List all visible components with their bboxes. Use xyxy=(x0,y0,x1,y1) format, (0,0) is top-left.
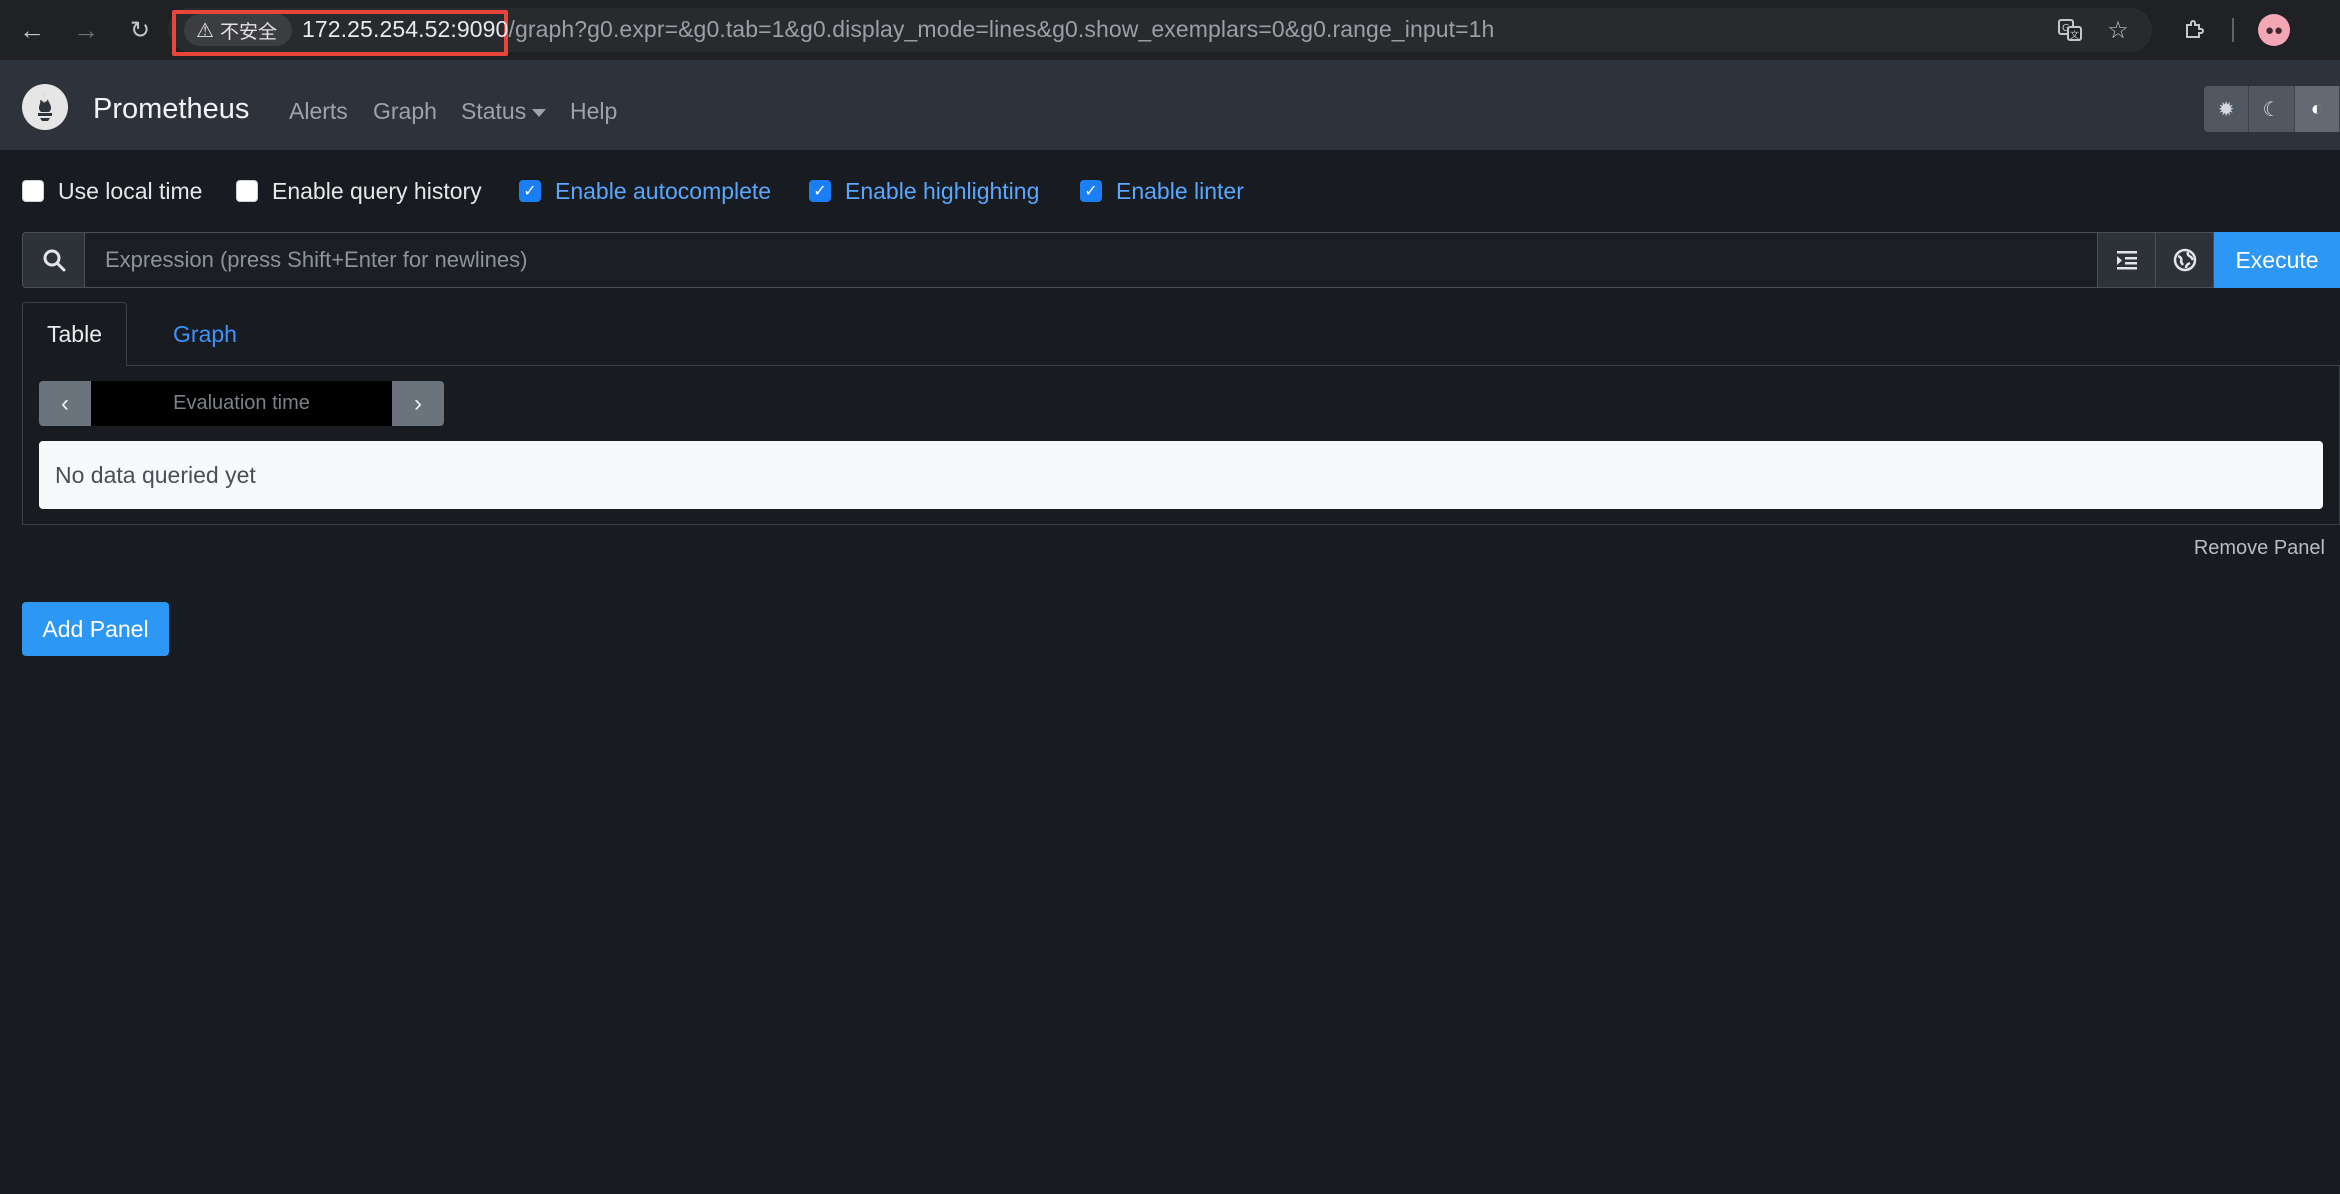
security-chip[interactable]: ⚠ 不安全 xyxy=(184,14,292,46)
translate-icon[interactable]: G文 xyxy=(2054,14,2086,46)
linter-label: Enable linter xyxy=(1116,177,1244,204)
browser-toolbar: ← → ↻ ⚠ 不安全 172.25.254.52:9090/graph?g0.… xyxy=(0,0,2340,60)
add-panel-button[interactable]: Add Panel xyxy=(22,602,169,656)
evaluation-time-picker: ‹ › xyxy=(39,381,444,426)
expression-input[interactable] xyxy=(84,232,2098,288)
light-theme-sun-icon[interactable]: ✹ xyxy=(2204,86,2250,132)
highlighting-checkbox[interactable]: ✓ xyxy=(809,180,831,202)
svg-text:文: 文 xyxy=(2070,29,2079,41)
remove-panel-link[interactable]: Remove Panel xyxy=(2194,537,2325,560)
metrics-explorer-globe-icon[interactable] xyxy=(2156,232,2214,288)
reload-icon[interactable]: ↻ xyxy=(122,12,158,48)
evaluation-time-input[interactable] xyxy=(91,381,392,426)
url-path: /graph?g0.expr=&g0.tab=1&g0.display_mode… xyxy=(508,16,1495,42)
url-text[interactable]: 172.25.254.52:9090/graph?g0.expr=&g0.tab… xyxy=(302,16,1494,43)
nav-status-label: Status xyxy=(461,98,527,124)
prometheus-logo-icon[interactable] xyxy=(22,84,68,130)
autocomplete-checkbox[interactable]: ✓ xyxy=(519,180,541,202)
url-host: 172.25.254.52:9090 xyxy=(302,16,509,42)
warning-icon: ⚠ xyxy=(196,19,214,42)
execute-button[interactable]: Execute xyxy=(2214,232,2340,288)
back-icon[interactable]: ← xyxy=(14,12,50,48)
security-label: 不安全 xyxy=(219,21,277,43)
tab-graph[interactable]: Graph xyxy=(150,302,260,366)
query-history-option[interactable]: Enable query history xyxy=(236,176,482,206)
use-local-time-option[interactable]: Use local time xyxy=(22,176,202,206)
nav-help[interactable]: Help xyxy=(570,98,617,125)
extensions-icon[interactable] xyxy=(2178,14,2210,46)
forward-icon[interactable]: → xyxy=(68,12,104,48)
use-local-time-checkbox[interactable] xyxy=(22,180,44,202)
autocomplete-label: Enable autocomplete xyxy=(555,177,772,204)
auto-theme-contrast-icon[interactable]: ◐ xyxy=(2294,86,2340,132)
dark-theme-moon-icon[interactable]: ☾ xyxy=(2249,86,2295,132)
expression-bar: Execute xyxy=(22,232,2340,288)
format-expression-icon[interactable] xyxy=(2098,232,2156,288)
theme-switcher: ✹ ☾ ◐ xyxy=(2204,86,2340,132)
search-icon xyxy=(22,232,84,288)
tab-table[interactable]: Table xyxy=(22,302,127,367)
highlighting-label: Enable highlighting xyxy=(845,177,1040,204)
highlighting-option[interactable]: ✓ Enable highlighting xyxy=(809,176,1039,206)
autocomplete-option[interactable]: ✓ Enable autocomplete xyxy=(519,176,771,206)
nav-status[interactable]: Status xyxy=(461,98,547,125)
toolbar-divider xyxy=(2232,18,2234,42)
use-local-time-label: Use local time xyxy=(58,177,203,204)
query-history-label: Enable query history xyxy=(272,177,482,204)
chevron-left-icon[interactable]: ‹ xyxy=(39,381,91,426)
no-data-message: No data queried yet xyxy=(39,441,2323,509)
query-history-checkbox[interactable] xyxy=(236,180,258,202)
nav-graph[interactable]: Graph xyxy=(373,98,437,125)
nav-alerts[interactable]: Alerts xyxy=(289,98,348,125)
chevron-down-icon xyxy=(532,108,547,117)
chevron-right-icon[interactable]: › xyxy=(392,381,444,426)
profile-avatar-icon[interactable]: ●● xyxy=(2258,14,2290,46)
linter-option[interactable]: ✓ Enable linter xyxy=(1080,176,1244,206)
brand-title[interactable]: Prometheus xyxy=(93,93,249,126)
panel-tabs: Table Graph xyxy=(22,302,2340,367)
prometheus-navbar: Prometheus Alerts Graph Status Help xyxy=(0,60,2340,150)
bookmark-star-icon[interactable]: ☆ xyxy=(2102,14,2134,46)
linter-checkbox[interactable]: ✓ xyxy=(1080,180,1102,202)
